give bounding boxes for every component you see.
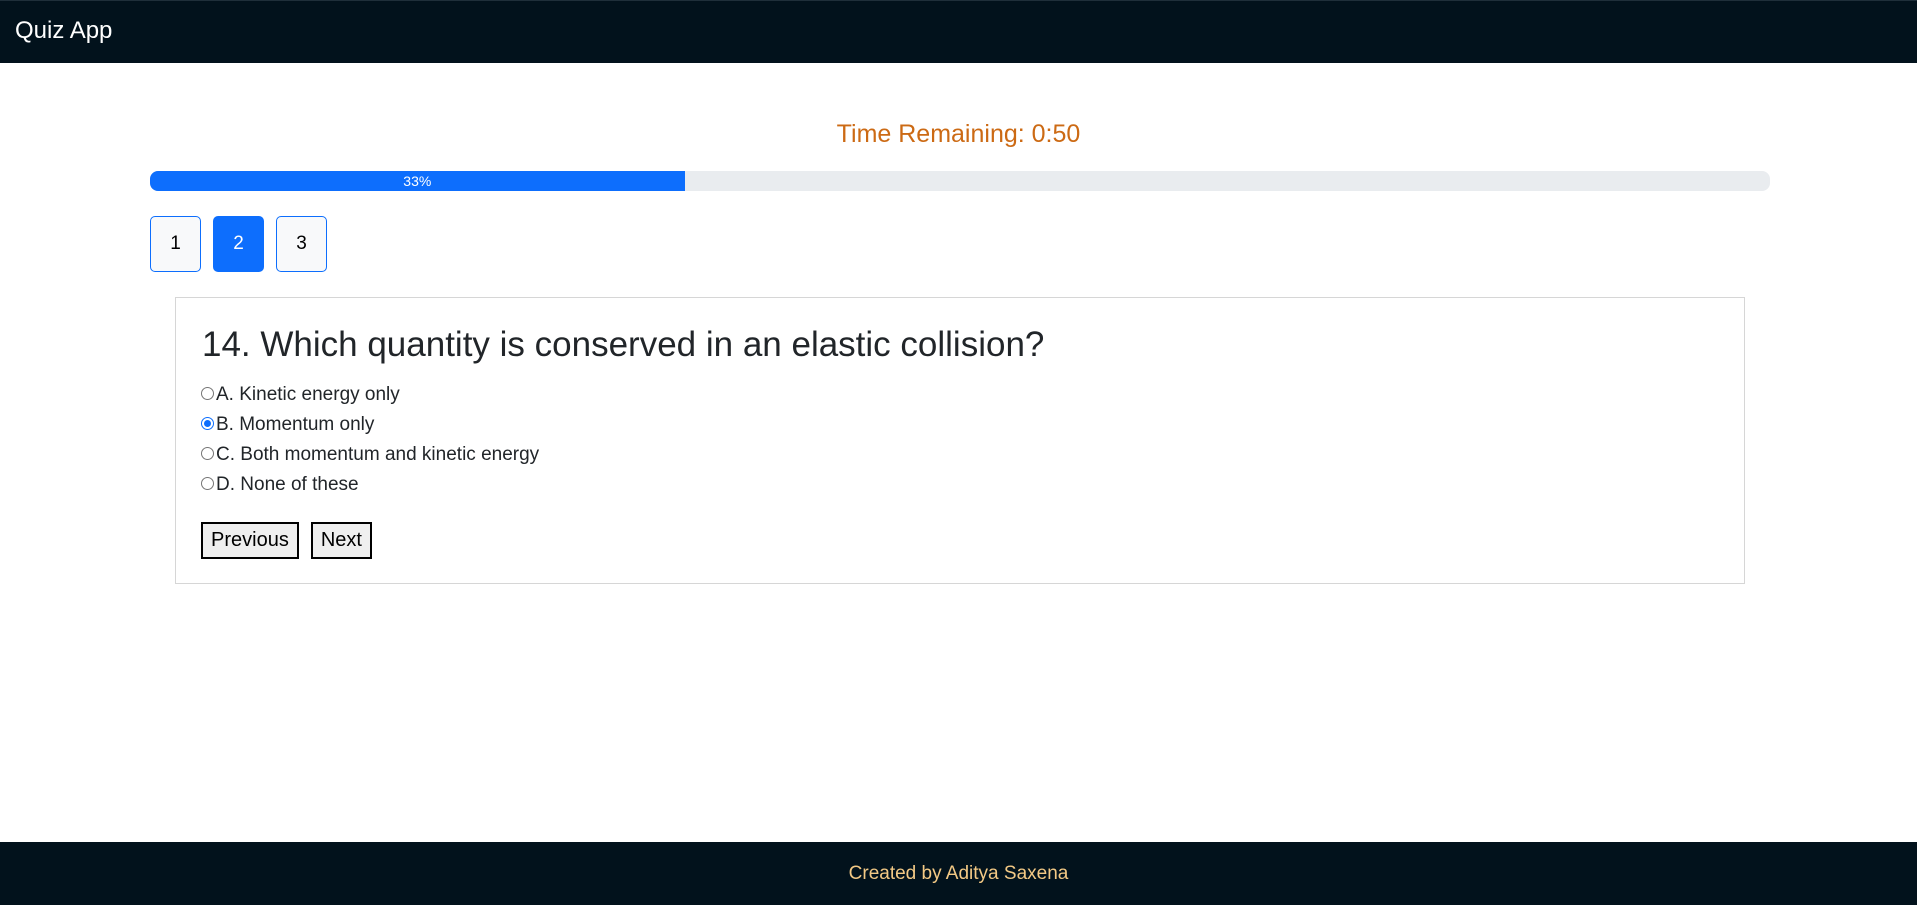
progress-fill: 33% xyxy=(150,171,685,191)
previous-button[interactable]: Previous xyxy=(201,522,299,559)
option-label: C. Both momentum and kinetic energy xyxy=(216,444,540,465)
option-label: A. Kinetic energy only xyxy=(216,384,400,405)
answer-options: A. Kinetic energy only B. Momentum only … xyxy=(201,380,539,500)
option-b[interactable]: B. Momentum only xyxy=(201,410,539,440)
radio-button[interactable] xyxy=(201,476,214,490)
next-button[interactable]: Next xyxy=(310,522,372,559)
navbar: Quiz App xyxy=(0,0,1917,63)
app-title[interactable]: Quiz App xyxy=(15,17,112,45)
radio-button[interactable] xyxy=(201,416,214,430)
footer: Created by Aditya Saxena xyxy=(0,842,1917,905)
option-a[interactable]: A. Kinetic energy only xyxy=(201,380,539,410)
question-card: 14. Which quantity is conserved in an el… xyxy=(175,297,1745,584)
option-label: B. Momentum only xyxy=(216,414,375,435)
radio-button[interactable] xyxy=(201,446,214,460)
question-navigator: 1 2 3 xyxy=(150,216,327,272)
question-actions: Previous Next xyxy=(201,522,372,559)
question-text: 14. Which quantity is conserved in an el… xyxy=(202,325,1045,364)
question-nav-button-2[interactable]: 2 xyxy=(213,216,264,272)
progress-bar: 33% xyxy=(150,171,1770,191)
radio-button[interactable] xyxy=(201,386,214,400)
time-remaining: Time Remaining: 0:50 xyxy=(836,120,1081,148)
footer-credit: Created by Aditya Saxena xyxy=(848,862,1069,884)
option-c[interactable]: C. Both momentum and kinetic energy xyxy=(201,440,539,470)
question-nav-button-3[interactable]: 3 xyxy=(276,216,327,272)
question-nav-button-1[interactable]: 1 xyxy=(150,216,201,272)
option-d[interactable]: D. None of these xyxy=(201,470,539,500)
option-label: D. None of these xyxy=(216,474,359,495)
